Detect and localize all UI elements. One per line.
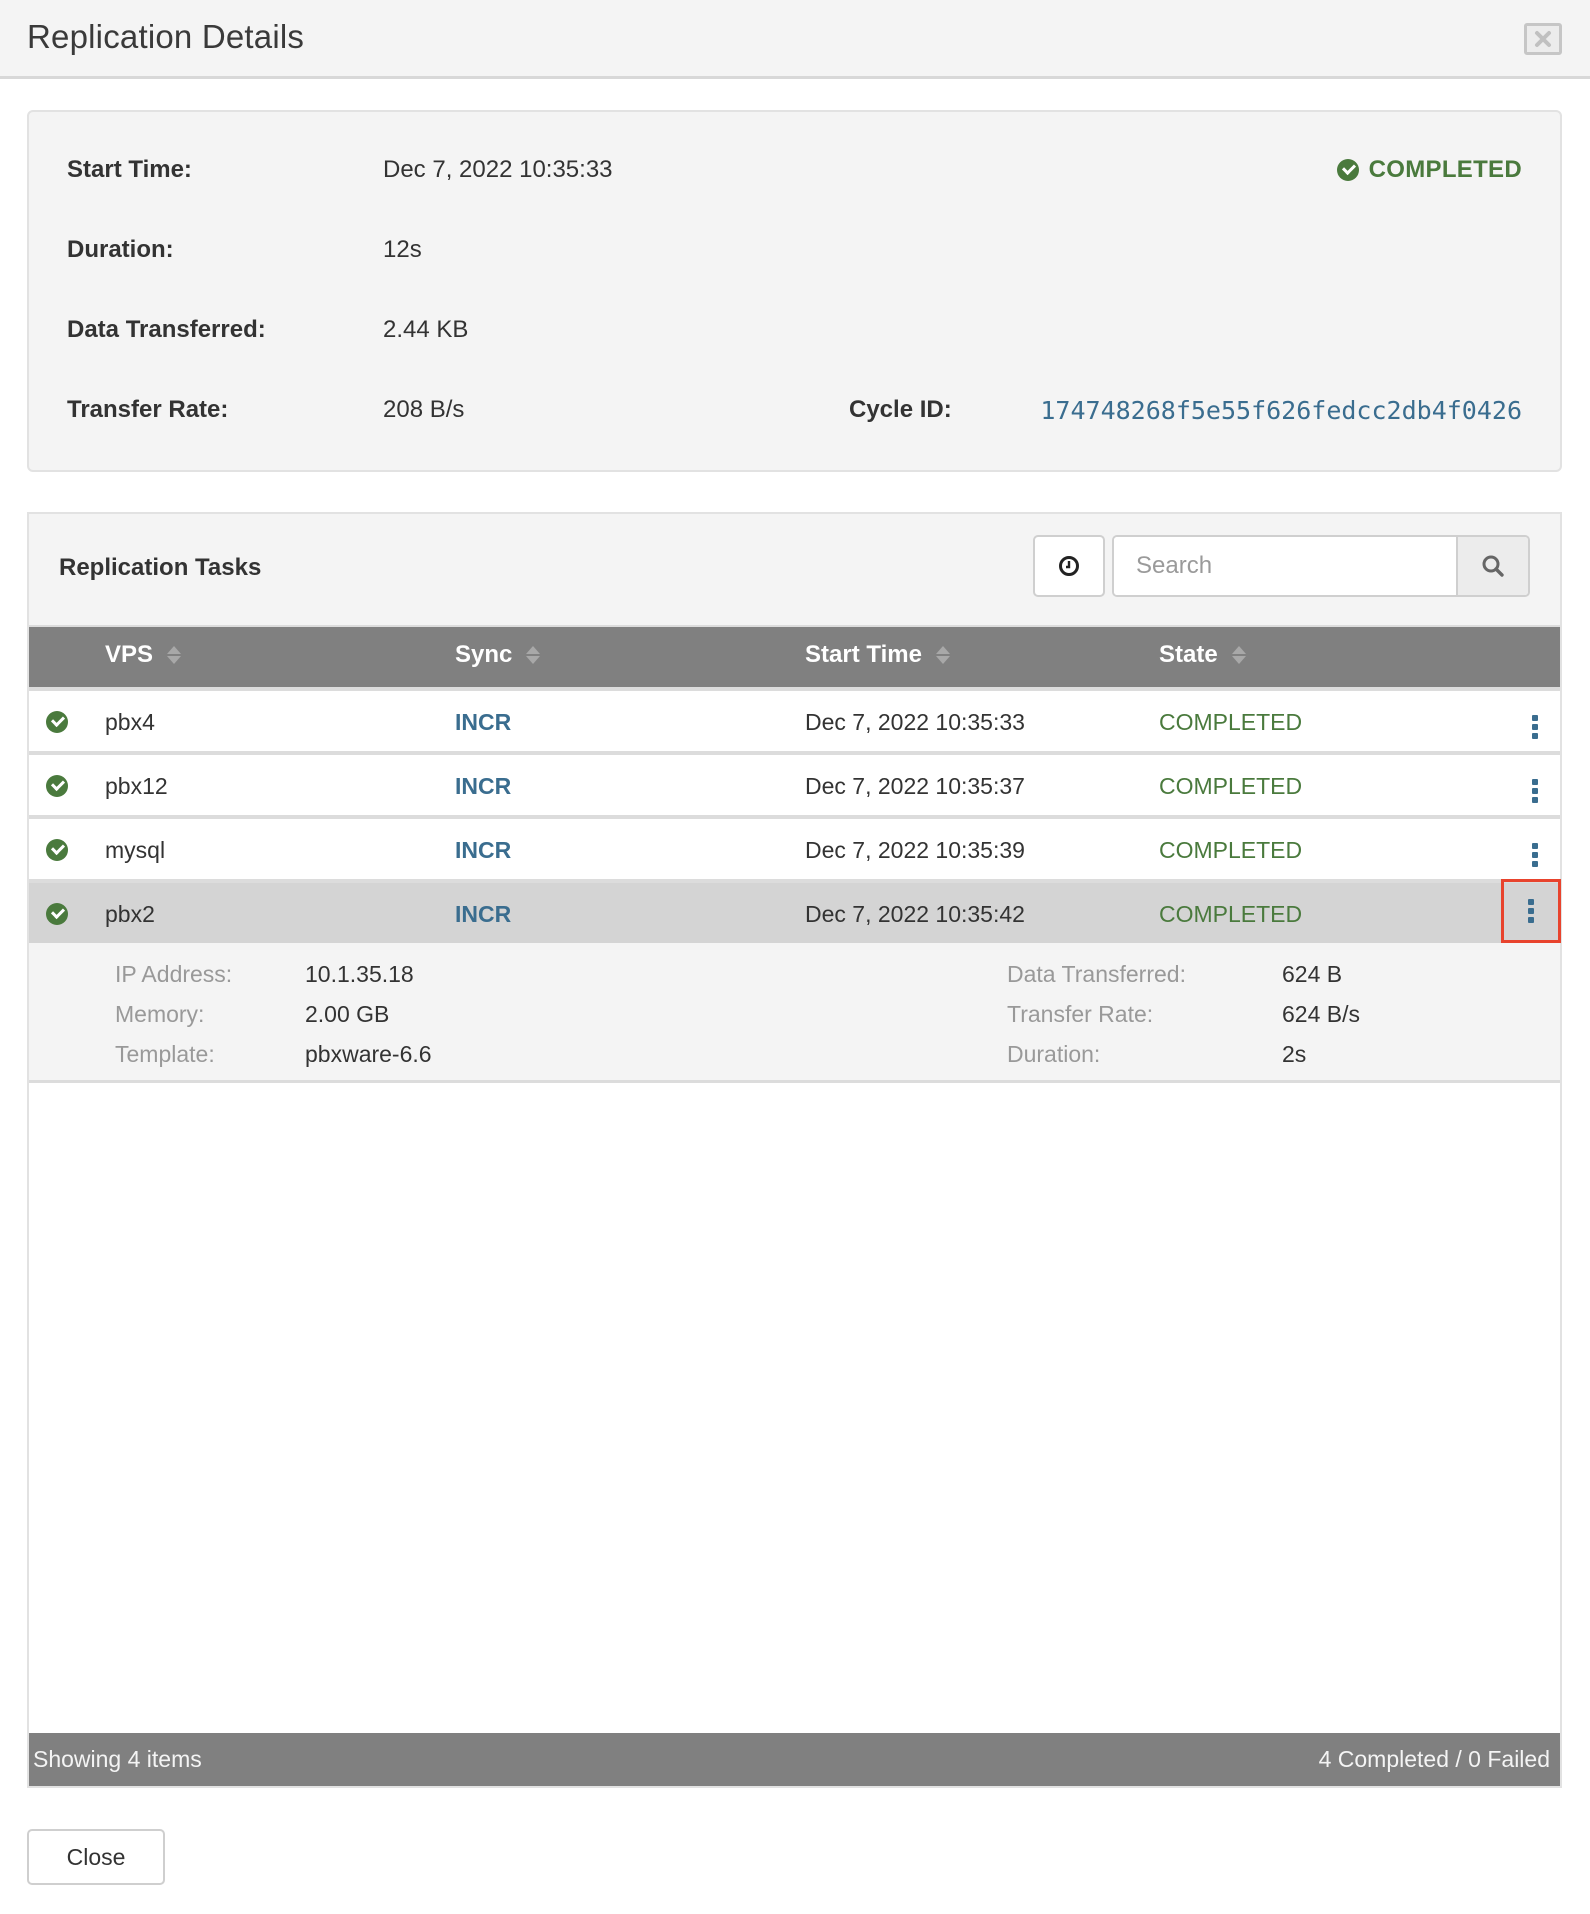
ip-address-label: IP Address: bbox=[115, 961, 233, 987]
column-header-label: State bbox=[1159, 641, 1218, 668]
summary-card: Start Time: Dec 7, 2022 10:35:33 Duratio… bbox=[27, 110, 1562, 472]
tasks-panel-header: Replication Tasks bbox=[29, 514, 1560, 625]
table-row[interactable]: pbx12 INCR Dec 7, 2022 10:35:37 COMPLETE… bbox=[29, 751, 1560, 815]
table-body: pbx4 INCR Dec 7, 2022 10:35:33 COMPLETED… bbox=[29, 687, 1561, 1083]
detail-data-transferred-label: Data Transferred: bbox=[1007, 961, 1186, 987]
column-header-label: Sync bbox=[455, 641, 513, 668]
row-actions-menu-icon[interactable] bbox=[1506, 825, 1564, 885]
vps-cell: pbx2 bbox=[105, 901, 155, 927]
table-header: VPS Sync Start Time State bbox=[29, 625, 1560, 687]
sync-cell: INCR bbox=[455, 773, 512, 799]
check-circle-icon bbox=[1336, 159, 1359, 181]
data-transferred-label: Data Transferred: bbox=[67, 316, 266, 343]
sync-cell: INCR bbox=[455, 709, 512, 735]
transfer-rate-label: Transfer Rate: bbox=[67, 396, 229, 423]
table-row[interactable]: pbx4 INCR Dec 7, 2022 10:35:33 COMPLETED bbox=[29, 687, 1560, 751]
check-circle-icon bbox=[46, 775, 68, 797]
column-header-state[interactable]: State bbox=[1159, 641, 1246, 669]
search-icon bbox=[1482, 555, 1504, 577]
dialog-titlebar: Replication Details bbox=[0, 0, 1590, 79]
detail-duration-label: Duration: bbox=[1007, 1041, 1101, 1067]
detail-transfer-rate-label: Transfer Rate: bbox=[1007, 1001, 1154, 1027]
template-label: Template: bbox=[115, 1041, 215, 1067]
row-actions-menu-icon[interactable] bbox=[1501, 879, 1561, 943]
search-input[interactable] bbox=[1114, 537, 1456, 595]
column-header-label: VPS bbox=[105, 641, 154, 668]
row-details-panel: IP Address: 10.1.35.18 Memory: 2.00 GB T… bbox=[29, 943, 1560, 1083]
detail-data-transferred-value: 624 B bbox=[1282, 961, 1343, 987]
column-header-vps[interactable]: VPS bbox=[105, 641, 182, 669]
start-time-cell: Dec 7, 2022 10:35:42 bbox=[805, 901, 1025, 927]
sync-cell: INCR bbox=[455, 901, 512, 927]
completion-summary: 4 Completed / 0 Failed bbox=[1318, 1746, 1550, 1772]
sort-icon bbox=[526, 646, 541, 664]
close-x-icon bbox=[1535, 31, 1551, 47]
transfer-rate-value: 208 B/s bbox=[383, 396, 465, 423]
duration-label: Duration: bbox=[67, 236, 174, 263]
dialog-title: Replication Details bbox=[27, 18, 305, 55]
item-count: Showing 4 items bbox=[33, 1746, 202, 1772]
state-cell: COMPLETED bbox=[1159, 901, 1303, 927]
state-cell: COMPLETED bbox=[1159, 709, 1303, 735]
ip-address-value: 10.1.35.18 bbox=[305, 961, 414, 987]
memory-value: 2.00 GB bbox=[305, 1001, 390, 1027]
row-actions-menu-icon[interactable] bbox=[1506, 761, 1564, 821]
tasks-panel-title: Replication Tasks bbox=[59, 554, 262, 581]
column-header-label: Start Time bbox=[805, 641, 922, 668]
state-cell: COMPLETED bbox=[1159, 773, 1303, 799]
close-button[interactable]: Close bbox=[27, 1829, 165, 1885]
table-footer: Showing 4 items 4 Completed / 0 Failed bbox=[29, 1733, 1560, 1786]
dialog-close-button[interactable] bbox=[1524, 23, 1562, 55]
state-cell: COMPLETED bbox=[1159, 837, 1303, 863]
start-time-cell: Dec 7, 2022 10:35:33 bbox=[805, 709, 1025, 735]
cycle-id-label: Cycle ID: bbox=[849, 396, 952, 423]
row-actions-menu-icon[interactable] bbox=[1506, 697, 1564, 757]
column-header-sync[interactable]: Sync bbox=[455, 641, 541, 669]
table-row[interactable]: mysql INCR Dec 7, 2022 10:35:39 COMPLETE… bbox=[29, 815, 1560, 879]
check-circle-icon bbox=[46, 711, 68, 733]
duration-value: 12s bbox=[383, 236, 422, 263]
memory-label: Memory: bbox=[115, 1001, 205, 1027]
search-button[interactable] bbox=[1456, 537, 1528, 595]
sync-cell: INCR bbox=[455, 837, 512, 863]
vps-cell: pbx4 bbox=[105, 709, 155, 735]
check-circle-icon bbox=[46, 839, 68, 861]
cycle-id-value: 174748268f5e55f626fedcc2db4f0426 bbox=[1040, 396, 1522, 425]
status-text: COMPLETED bbox=[1368, 156, 1522, 183]
start-time-cell: Dec 7, 2022 10:35:37 bbox=[805, 773, 1025, 799]
column-header-start-time[interactable]: Start Time bbox=[805, 641, 950, 669]
vps-cell: pbx12 bbox=[105, 773, 168, 799]
sort-icon bbox=[935, 646, 950, 664]
start-time-label: Start Time: bbox=[67, 156, 192, 183]
start-time-value: Dec 7, 2022 10:35:33 bbox=[383, 156, 613, 183]
check-circle-icon bbox=[46, 903, 68, 925]
status-badge: COMPLETED bbox=[1336, 156, 1522, 184]
start-time-cell: Dec 7, 2022 10:35:39 bbox=[805, 837, 1025, 863]
history-button[interactable] bbox=[1033, 535, 1105, 597]
replication-tasks-panel: Replication Tasks VPS Sync bbox=[27, 512, 1562, 1788]
data-transferred-value: 2.44 KB bbox=[383, 316, 469, 343]
vps-cell: mysql bbox=[105, 837, 166, 863]
template-value: pbxware-6.6 bbox=[305, 1041, 432, 1067]
sort-icon bbox=[1231, 646, 1246, 664]
clock-icon bbox=[1059, 556, 1079, 576]
sort-icon bbox=[167, 646, 182, 664]
search-box bbox=[1112, 535, 1530, 597]
table-row-selected[interactable]: pbx2 INCR Dec 7, 2022 10:35:42 COMPLETED bbox=[29, 879, 1561, 943]
detail-transfer-rate-value: 624 B/s bbox=[1282, 1001, 1360, 1027]
detail-duration-value: 2s bbox=[1282, 1041, 1307, 1067]
